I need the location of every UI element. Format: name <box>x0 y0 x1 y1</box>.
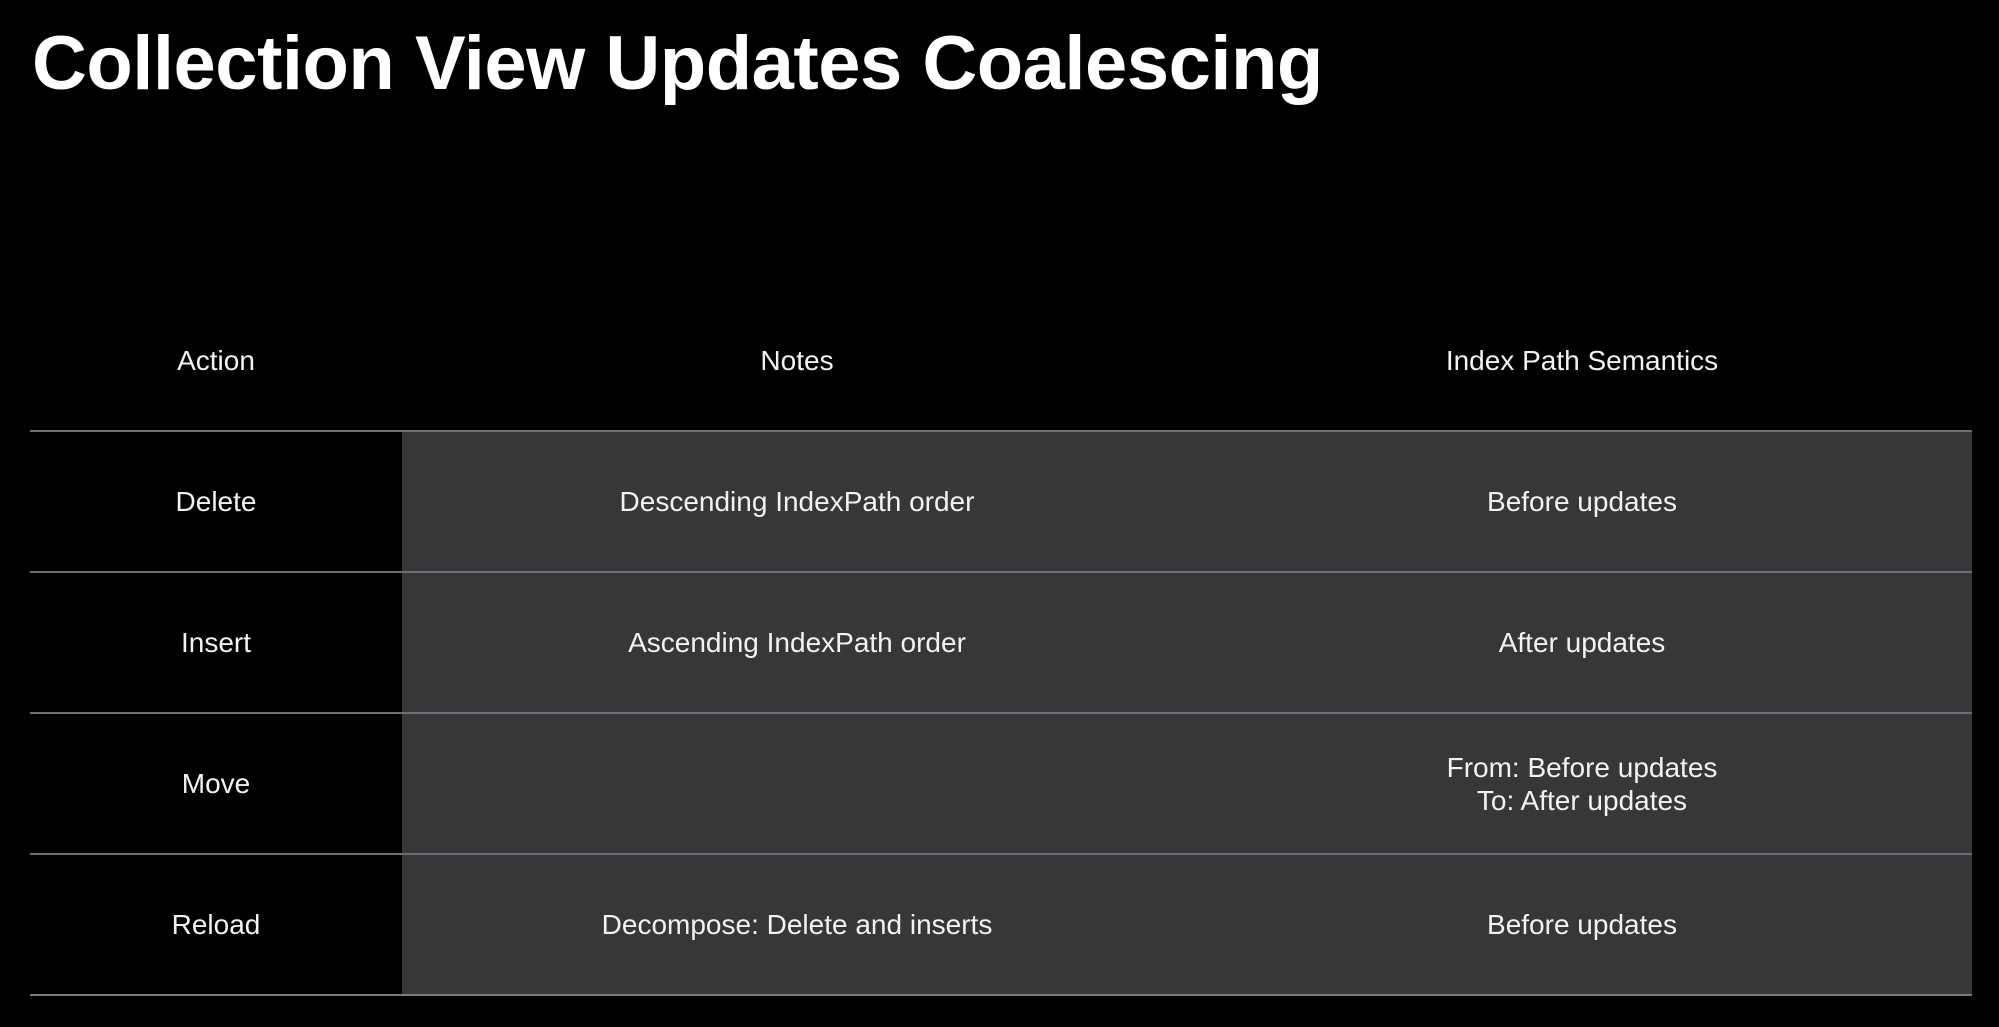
column-header-index-path-semantics: Index Path Semantics <box>1445 345 1719 376</box>
semantics-cell: From: Before updates To: After updates <box>1192 714 1972 853</box>
semantics-line: Before updates <box>1487 909 1677 940</box>
semantics-lines: Before updates <box>1487 485 1677 518</box>
action-cell: Move <box>181 768 251 799</box>
column-header-action: Action <box>177 345 255 376</box>
semantics-cell: After updates <box>1192 573 1972 712</box>
semantics-line: Before updates <box>1487 486 1677 517</box>
action-cell: Insert <box>180 627 252 658</box>
notes-cell: Decompose: Delete and inserts <box>402 855 1192 994</box>
action-cell: Delete <box>175 486 257 517</box>
action-cell: Reload <box>171 909 261 940</box>
semantics-line-to: To: After updates <box>1476 784 1688 816</box>
notes-cell: Ascending IndexPath order <box>402 573 1192 712</box>
update-semantics-table: Action Notes Index Path Semantics Delete… <box>30 290 1972 996</box>
semantics-line-from: From: Before updates <box>1446 751 1718 783</box>
semantics-lines: Before updates <box>1487 908 1677 941</box>
table-row-insert: Insert Ascending IndexPath order After u… <box>30 573 1972 714</box>
semantics-line: After updates <box>1498 627 1666 658</box>
notes-cell <box>402 714 1192 853</box>
semantics-lines: From: Before updates To: After updates <box>1447 751 1718 817</box>
semantics-cell: Before updates <box>1192 855 1972 994</box>
semantics-lines: After updates <box>1499 626 1666 659</box>
notes-cell: Descending IndexPath order <box>402 432 1192 571</box>
semantics-cell: Before updates <box>1192 432 1972 571</box>
slide-title: Collection View Updates Coalescing <box>32 21 1323 106</box>
column-header-notes: Notes <box>760 345 834 376</box>
table-row-reload: Reload Decompose: Delete and inserts Bef… <box>30 855 1972 996</box>
table-row-move: Move From: Before updates To: After upda… <box>30 714 1972 855</box>
table-header-row: Action Notes Index Path Semantics <box>30 290 1972 432</box>
table-row-delete: Delete Descending IndexPath order Before… <box>30 432 1972 573</box>
